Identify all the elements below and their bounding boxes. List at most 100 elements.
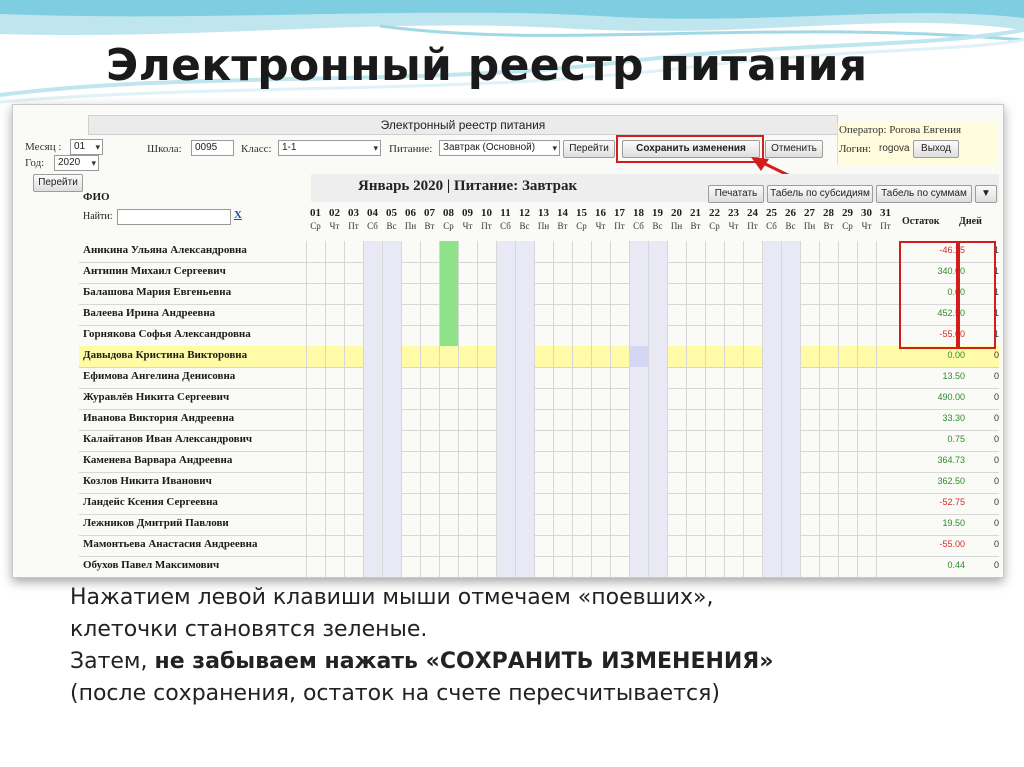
meal-cell[interactable] xyxy=(306,262,325,283)
meal-cell[interactable] xyxy=(382,514,401,535)
meal-cell[interactable] xyxy=(800,346,819,367)
meal-cell[interactable] xyxy=(458,367,477,388)
meal-cell[interactable] xyxy=(629,493,648,514)
meal-cell[interactable] xyxy=(496,325,515,346)
meal-cell[interactable] xyxy=(819,451,838,472)
meal-cell[interactable] xyxy=(667,346,686,367)
meal-cell[interactable] xyxy=(705,430,724,451)
meal-cell[interactable] xyxy=(420,367,439,388)
meal-cell[interactable] xyxy=(838,409,857,430)
meal-cell[interactable] xyxy=(762,451,781,472)
meal-cell[interactable] xyxy=(705,304,724,325)
meal-cell[interactable] xyxy=(591,241,610,262)
meal-cell[interactable] xyxy=(610,556,629,577)
meal-cell[interactable] xyxy=(667,430,686,451)
meal-cell[interactable] xyxy=(876,346,895,367)
meal-cell[interactable] xyxy=(325,472,344,493)
meal-cell[interactable] xyxy=(743,535,762,556)
meal-cell[interactable] xyxy=(344,409,363,430)
meal-cell[interactable] xyxy=(762,430,781,451)
meal-cell[interactable] xyxy=(800,514,819,535)
meal-cell[interactable] xyxy=(363,283,382,304)
meal-cell[interactable] xyxy=(496,451,515,472)
meal-cell[interactable] xyxy=(515,367,534,388)
meal-cell[interactable] xyxy=(534,472,553,493)
meal-cell[interactable] xyxy=(667,304,686,325)
meal-cell[interactable] xyxy=(420,514,439,535)
meal-cell[interactable] xyxy=(458,430,477,451)
meal-cell[interactable] xyxy=(401,514,420,535)
meal-cell[interactable] xyxy=(610,430,629,451)
print-button[interactable]: Печатать xyxy=(708,185,764,203)
meal-cell[interactable] xyxy=(781,304,800,325)
meal-cell[interactable] xyxy=(800,493,819,514)
meal-cell[interactable] xyxy=(629,346,648,367)
meal-cell[interactable] xyxy=(781,283,800,304)
meal-cell[interactable] xyxy=(420,493,439,514)
go-button-left[interactable]: Перейти xyxy=(33,174,83,192)
meal-cell[interactable] xyxy=(306,241,325,262)
meal-cell[interactable] xyxy=(629,514,648,535)
meal-cell[interactable] xyxy=(610,346,629,367)
meal-cell[interactable] xyxy=(496,556,515,577)
meal-cell[interactable] xyxy=(781,514,800,535)
meal-cell[interactable] xyxy=(477,493,496,514)
meal-cell[interactable] xyxy=(553,535,572,556)
meal-cell[interactable] xyxy=(781,241,800,262)
meal-cell[interactable] xyxy=(401,283,420,304)
meal-cell[interactable] xyxy=(781,430,800,451)
meal-cell[interactable] xyxy=(572,514,591,535)
meal-cell[interactable] xyxy=(306,346,325,367)
meal-cell[interactable] xyxy=(838,430,857,451)
meal-cell[interactable] xyxy=(838,493,857,514)
meal-cell[interactable] xyxy=(306,325,325,346)
meal-cell[interactable] xyxy=(724,346,743,367)
meal-cell[interactable] xyxy=(420,388,439,409)
meal-cell[interactable] xyxy=(420,262,439,283)
meal-cell[interactable] xyxy=(496,367,515,388)
meal-cell[interactable] xyxy=(534,451,553,472)
meal-cell[interactable] xyxy=(667,556,686,577)
meal-cell[interactable] xyxy=(743,241,762,262)
school-input[interactable]: 0095 xyxy=(191,140,234,156)
meal-cell[interactable] xyxy=(705,514,724,535)
class-select[interactable]: 1-1 xyxy=(278,140,381,156)
meal-cell[interactable] xyxy=(743,493,762,514)
meal-cell[interactable] xyxy=(781,409,800,430)
meal-cell[interactable] xyxy=(743,325,762,346)
meal-cell[interactable] xyxy=(743,388,762,409)
meal-cell[interactable] xyxy=(344,430,363,451)
meal-cell[interactable] xyxy=(819,409,838,430)
meal-cell[interactable] xyxy=(876,304,895,325)
meal-cell[interactable] xyxy=(724,409,743,430)
meal-cell[interactable] xyxy=(686,367,705,388)
meal-cell[interactable] xyxy=(534,262,553,283)
table-row[interactable]: Ландейс Ксения Сергеевна -52.75 0 xyxy=(79,493,999,515)
meal-cell[interactable] xyxy=(306,514,325,535)
meal-cell[interactable] xyxy=(534,367,553,388)
meal-cell[interactable] xyxy=(553,514,572,535)
meal-cell[interactable] xyxy=(876,430,895,451)
meal-cell[interactable] xyxy=(401,262,420,283)
meal-cell[interactable] xyxy=(458,493,477,514)
meal-cell[interactable] xyxy=(610,409,629,430)
table-row[interactable]: Давыдова Кристина Викторовна 0.00 0 xyxy=(79,346,999,368)
meal-cell[interactable] xyxy=(515,430,534,451)
meal-cell[interactable] xyxy=(629,241,648,262)
meal-cell[interactable] xyxy=(553,283,572,304)
meal-cell[interactable] xyxy=(800,409,819,430)
meal-cell[interactable] xyxy=(496,472,515,493)
meal-cell[interactable] xyxy=(648,535,667,556)
meal-cell[interactable] xyxy=(762,388,781,409)
meal-cell[interactable] xyxy=(686,514,705,535)
meal-cell[interactable] xyxy=(610,535,629,556)
meal-cell[interactable] xyxy=(857,409,876,430)
meal-cell[interactable] xyxy=(591,451,610,472)
meal-cell[interactable] xyxy=(325,262,344,283)
meal-cell[interactable] xyxy=(705,493,724,514)
meal-cell[interactable] xyxy=(458,262,477,283)
meal-cell[interactable] xyxy=(382,346,401,367)
meal-cell[interactable] xyxy=(306,409,325,430)
meal-cell[interactable] xyxy=(629,451,648,472)
meal-cell[interactable] xyxy=(876,367,895,388)
